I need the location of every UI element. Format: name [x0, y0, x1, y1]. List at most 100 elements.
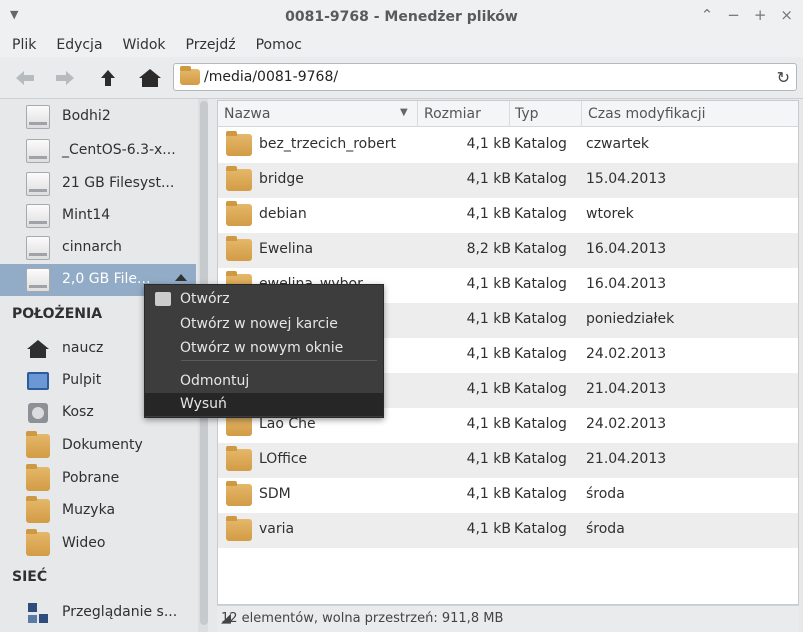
column-separator — [417, 101, 418, 127]
sidebar-item-bodhi2[interactable]: Bodhi2 — [0, 101, 196, 133]
home-button[interactable] — [137, 65, 163, 91]
close-icon[interactable]: × — [780, 6, 793, 24]
sidebar-item-label: Dokumenty — [62, 437, 143, 453]
file-size: 4,1 kB — [466, 521, 511, 537]
file-type: Katalog — [514, 416, 567, 432]
sidebar-item-label: Mint14 — [62, 207, 111, 223]
file-type: Katalog — [514, 171, 567, 187]
desktop-icon — [27, 372, 49, 390]
column-name-header[interactable]: Nazwa — [224, 106, 270, 122]
address-bar[interactable]: /media/0081-9768/ ↻ — [173, 63, 797, 91]
file-modified: czwartek — [586, 136, 650, 152]
title-bar: ▼ 0081-9768 - Menedżer plików ⌃ − + × — [0, 0, 803, 33]
back-arrow-icon — [16, 71, 34, 85]
file-name: bridge — [259, 171, 304, 187]
sidebar-item-network[interactable]: Przeglądanie s... — [0, 597, 196, 629]
file-row[interactable]: varia 4,1 kB Katalog środa — [218, 513, 798, 548]
shade-icon[interactable]: ⌃ — [701, 6, 714, 24]
column-modified-header[interactable]: Czas modyfikacji — [588, 106, 706, 122]
column-separator — [581, 101, 582, 127]
menu-item-open-new-tab[interactable]: Otwórz w nowej karcie — [145, 313, 383, 336]
file-type: Katalog — [514, 311, 567, 327]
sidebar-item-pobrane[interactable]: Pobrane — [0, 463, 196, 495]
context-menu: Otwórz Otwórz w nowej karcie Otwórz w no… — [144, 284, 384, 418]
file-modified: środa — [586, 521, 625, 537]
file-row[interactable]: debian 4,1 kB Katalog wtorek — [218, 198, 798, 233]
file-type: Katalog — [514, 521, 567, 537]
column-type-header[interactable]: Typ — [515, 106, 539, 122]
menu-item-label: Otwórz w nowej karcie — [180, 316, 338, 332]
menu-pomoc[interactable]: Pomoc — [256, 37, 302, 53]
drive-icon — [26, 172, 50, 196]
file-size: 4,1 kB — [466, 311, 511, 327]
folder-icon — [226, 446, 252, 471]
column-header: Nazwa ▼ Rozmiar Typ Czas modyfikacji — [218, 101, 798, 127]
sidebar-item-label: _CentOS-6.3-x... — [62, 142, 176, 158]
file-row[interactable]: SDM 4,1 kB Katalog środa — [218, 478, 798, 513]
window-controls: ⌃ − + × — [701, 6, 793, 24]
menu-widok[interactable]: Widok — [123, 37, 166, 53]
file-type: Katalog — [514, 346, 567, 362]
menu-przejdz[interactable]: Przejdź — [186, 37, 236, 53]
menu-item-open[interactable]: Otwórz — [145, 288, 383, 311]
file-modified: 21.04.2013 — [586, 451, 667, 467]
reload-icon[interactable]: ↻ — [777, 68, 790, 87]
file-type: Katalog — [514, 451, 567, 467]
file-name: LOffice — [259, 451, 308, 467]
file-modified: 21.04.2013 — [586, 381, 667, 397]
up-button[interactable] — [95, 65, 121, 91]
file-name: SDM — [259, 486, 291, 502]
file-row[interactable]: bridge 4,1 kB Katalog 15.04.2013 — [218, 163, 798, 198]
file-row[interactable]: bez_trzecich_robert 4,1 kB Katalog czwar… — [218, 128, 798, 163]
file-row[interactable]: LOffice 4,1 kB Katalog 21.04.2013 — [218, 443, 798, 478]
menu-item-label: Otwórz w nowym oknie — [180, 340, 344, 356]
menu-item-open-new-window[interactable]: Otwórz w nowym oknie — [145, 337, 383, 360]
places-header: POŁOŻENIA — [12, 306, 103, 322]
sidebar-item-filesystem[interactable]: 21 GB Filesyst... — [0, 168, 196, 200]
menu-edycja[interactable]: Edycja — [56, 37, 102, 53]
column-size-header[interactable]: Rozmiar — [424, 106, 481, 122]
menu-divider — [181, 360, 377, 361]
menu-item-label: Odmontuj — [180, 373, 250, 389]
home-icon — [27, 340, 49, 358]
sidebar-item-mint14[interactable]: Mint14 — [0, 200, 196, 232]
drive-icon — [26, 105, 50, 129]
usb-drive-icon — [26, 268, 50, 292]
file-modified: 24.02.2013 — [586, 416, 667, 432]
file-size: 4,1 kB — [466, 346, 511, 362]
sidebar-item-dokumenty[interactable]: Dokumenty — [0, 430, 196, 462]
sidebar-item-label: Bodhi2 — [62, 108, 111, 124]
back-button[interactable] — [12, 65, 38, 91]
network-header: SIEĆ — [12, 569, 48, 585]
documents-folder-icon — [26, 431, 50, 458]
minimize-icon[interactable]: − — [727, 6, 740, 24]
file-size: 4,1 kB — [466, 416, 511, 432]
file-size: 4,1 kB — [466, 206, 511, 222]
eject-icon[interactable] — [175, 274, 187, 281]
file-size: 4,1 kB — [466, 171, 511, 187]
sidebar-item-label: Wideo — [62, 535, 106, 551]
menu-plik[interactable]: Plik — [12, 37, 36, 53]
drive-icon — [26, 204, 50, 228]
window-menu-icon[interactable]: ▼ — [10, 8, 18, 21]
forward-button[interactable] — [52, 65, 78, 91]
maximize-icon[interactable]: + — [754, 6, 767, 24]
file-modified: 15.04.2013 — [586, 171, 667, 187]
menu-item-unmount[interactable]: Odmontuj — [145, 370, 383, 393]
sidebar-item-label: Przeglądanie s... — [62, 604, 178, 620]
sidebar-item-label: Pobrane — [62, 470, 120, 486]
sidebar-item-label: Muzyka — [62, 502, 116, 518]
video-folder-icon — [26, 529, 50, 556]
sidebar-item-muzyka[interactable]: Muzyka — [0, 495, 196, 527]
resize-grip-icon[interactable]: ◢ — [221, 611, 793, 626]
sidebar-item-cinnarch[interactable]: cinnarch — [0, 232, 196, 264]
menu-item-eject[interactable]: Wysuń — [145, 393, 383, 416]
folder-icon — [180, 66, 200, 85]
sidebar-item-centos[interactable]: _CentOS-6.3-x... — [0, 135, 196, 167]
file-size: 4,1 kB — [466, 276, 511, 292]
drive-icon — [26, 236, 50, 260]
file-row[interactable]: Ewelina 8,2 kB Katalog 16.04.2013 — [218, 233, 798, 268]
file-size: 8,2 kB — [466, 241, 511, 257]
file-type: Katalog — [514, 241, 567, 257]
sidebar-item-wideo[interactable]: Wideo — [0, 528, 196, 560]
